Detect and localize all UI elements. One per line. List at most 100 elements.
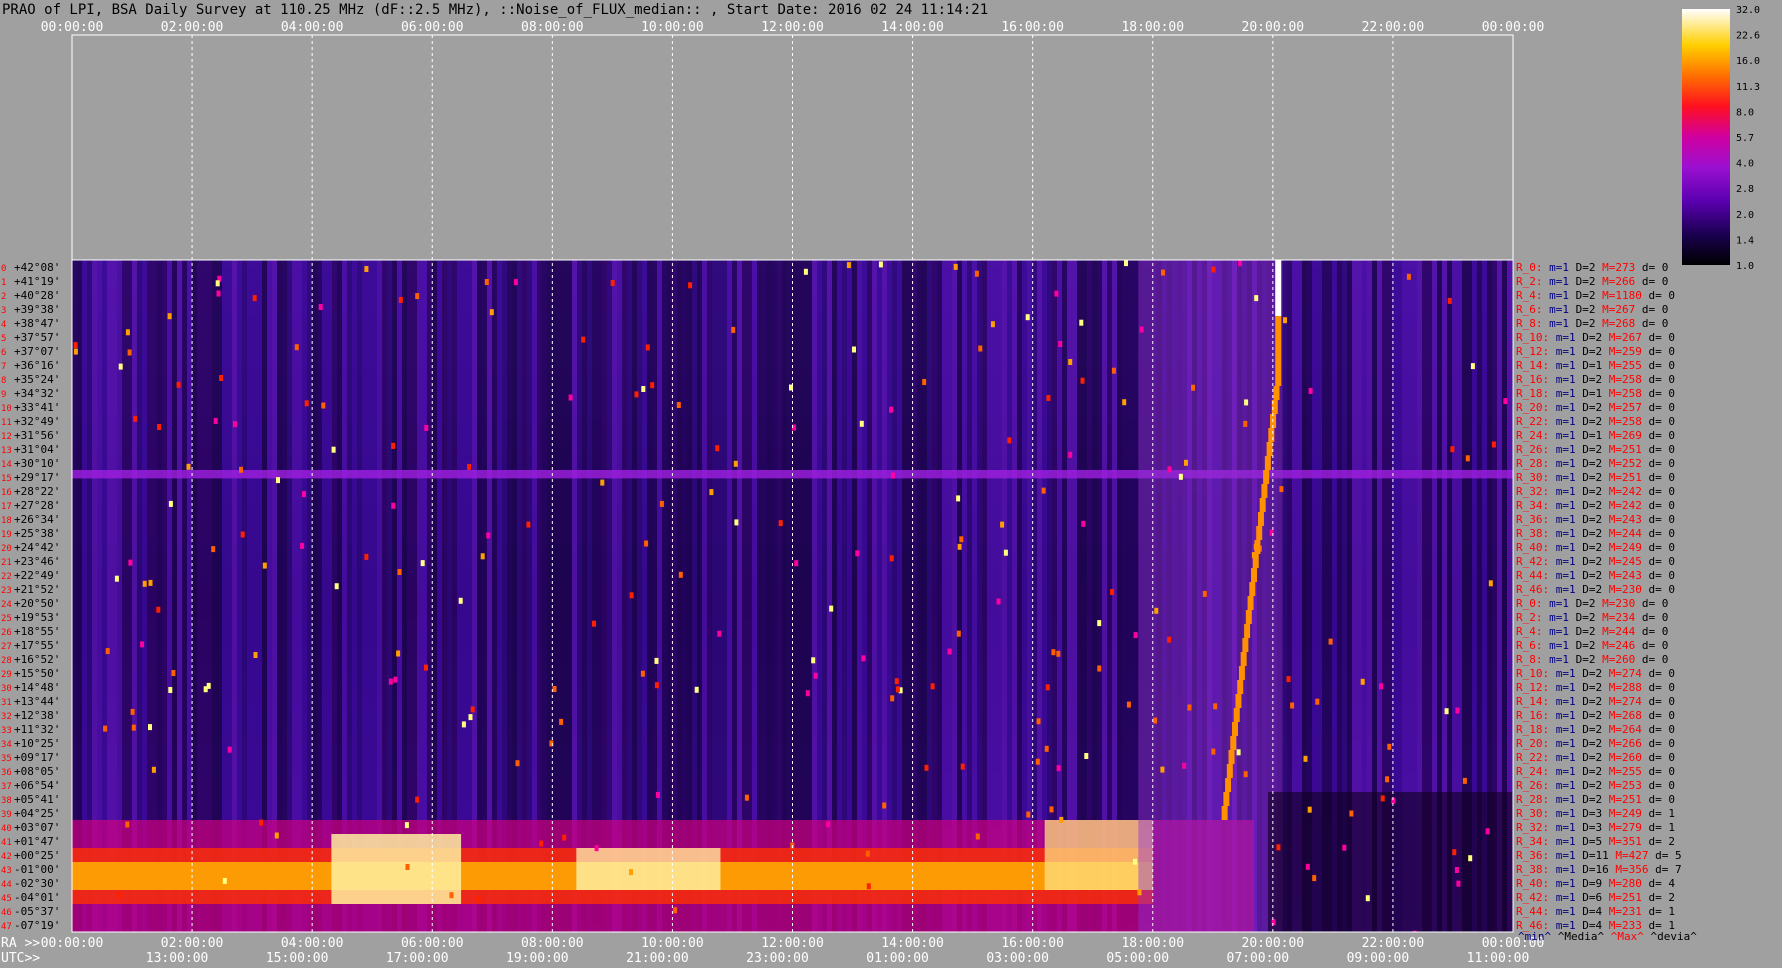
declination-label: +11°32' (14, 723, 60, 736)
row-stats: R_20: m=1 D=2 M=257 d= 0 (1516, 401, 1675, 414)
heat-band (1268, 792, 1513, 932)
row-stats: R_24: m=1 D=2 M=255 d= 0 (1516, 765, 1675, 778)
transient-track-cell (1275, 288, 1282, 302)
utc-tick: 19:00:00 (506, 951, 569, 966)
row-index-label: 11 (1, 418, 12, 428)
heat-speck (678, 571, 683, 578)
heat-speck (1468, 855, 1473, 862)
heat-speck (889, 406, 894, 413)
heat-speck (304, 400, 309, 407)
heat-speck (526, 521, 531, 528)
heat-speck (996, 598, 1001, 605)
heat-speck (959, 536, 964, 543)
heat-speck (673, 907, 678, 914)
heat-speck (1161, 269, 1165, 276)
declination-label: +15°50' (14, 667, 60, 680)
heat-speck (688, 282, 693, 289)
heat-speck (1462, 777, 1467, 784)
transient-track-cell (1225, 778, 1232, 792)
row-index-label: 2 (1, 292, 6, 302)
heat-speck (744, 794, 749, 801)
heat-speck (1126, 701, 1131, 708)
heat-speck (476, 896, 481, 903)
heat-speck (1191, 384, 1195, 391)
utc-tick: 07:00:00 (1227, 951, 1290, 966)
declination-label: +23°46' (14, 555, 60, 568)
row-index-label: 13 (1, 446, 12, 456)
declination-label: +22°49' (14, 569, 60, 582)
colorbar-tick: 11.3 (1736, 82, 1760, 93)
heat-speck (1051, 649, 1056, 656)
transient-track-cell (1268, 428, 1275, 442)
row-stats: R_32: m=1 D=2 M=242 d= 0 (1516, 485, 1675, 498)
declination-label: +00°25' (14, 849, 60, 862)
declination-label: +28°22' (14, 485, 60, 498)
heat-speck (975, 833, 980, 840)
heat-speck (148, 724, 152, 731)
row-stats: R_0: m=1 D=2 M=230 d= 0 (1516, 597, 1668, 610)
heat-speck (130, 708, 135, 715)
heat-speck (1167, 466, 1172, 473)
heat-speck (1154, 607, 1159, 614)
heat-speck (1049, 806, 1054, 813)
row-index-label: 5 (1, 334, 6, 344)
heat-speck (811, 657, 816, 664)
heat-speck (391, 442, 396, 449)
heat-speck (461, 721, 466, 728)
transient-track-cell (1247, 596, 1254, 610)
heat-speck (1025, 314, 1030, 321)
heat-speck (924, 764, 929, 771)
utc-tick: 21:00:00 (626, 951, 689, 966)
row-stats: R_36: m=1 D=2 M=243 d= 0 (1516, 513, 1675, 526)
ra-bottom-tick: 22:00:00 (1362, 936, 1425, 951)
row-index-label: 36 (1, 768, 12, 778)
heat-speck (1243, 771, 1248, 778)
declination-label: +24°42' (14, 541, 60, 554)
heat-speck (676, 402, 681, 408)
heat-speck (168, 687, 173, 693)
row-index-label: 9 (1, 390, 6, 400)
utc-tick: 13:00:00 (146, 951, 209, 966)
ra-top-tick: 10:00:00 (641, 20, 704, 35)
ra-top-tick: 12:00:00 (761, 20, 824, 35)
heat-speck (118, 363, 123, 370)
heat-speck (1080, 377, 1085, 384)
heat-speck (1286, 676, 1291, 683)
transient-track-cell (1226, 764, 1233, 778)
declination-label: +08°05' (14, 765, 60, 778)
ra-bottom-tick: 08:00:00 (521, 936, 584, 951)
heat-speck (219, 375, 224, 381)
colorbar-tick: 22.6 (1736, 31, 1760, 42)
heat-speck (262, 562, 267, 569)
row-index-label: 32 (1, 712, 12, 722)
heat-speck (650, 382, 655, 389)
row-stats: R_2: m=1 D=2 M=234 d= 0 (1516, 611, 1668, 624)
heat-speck (990, 321, 995, 328)
heat-speck (1079, 319, 1084, 326)
heat-speck (1084, 753, 1089, 759)
heat-speck (484, 279, 489, 285)
row-index-label: 33 (1, 726, 12, 736)
heat-speck (1465, 455, 1470, 462)
row-index-label: 15 (1, 474, 12, 484)
row-index-label: 26 (1, 628, 12, 638)
declination-label: +17°55' (14, 639, 60, 652)
transient-track-cell (1240, 652, 1247, 666)
row-index-label: 44 (1, 880, 12, 890)
declination-label: +12°38' (14, 709, 60, 722)
row-stats: R_40: m=1 D=2 M=249 d= 0 (1516, 541, 1675, 554)
colorbar-tick: 2.0 (1736, 210, 1754, 221)
transient-track-cell (1251, 568, 1258, 582)
heat-speck (947, 648, 952, 655)
utc-tick: 01:00:00 (866, 951, 929, 966)
heat-speck (1153, 717, 1158, 724)
heat-speck (1450, 446, 1455, 453)
row-stats: R_34: m=1 D=2 M=242 d= 0 (1516, 499, 1675, 512)
heat-speck (895, 686, 900, 693)
heat-speck (1184, 459, 1188, 466)
declination-label: +27°28' (14, 499, 60, 512)
heat-speck (1213, 703, 1218, 710)
heat-speck (641, 386, 646, 392)
heat-speck (73, 348, 78, 355)
row-stats: R_28: m=1 D=2 M=252 d= 0 (1516, 457, 1675, 470)
